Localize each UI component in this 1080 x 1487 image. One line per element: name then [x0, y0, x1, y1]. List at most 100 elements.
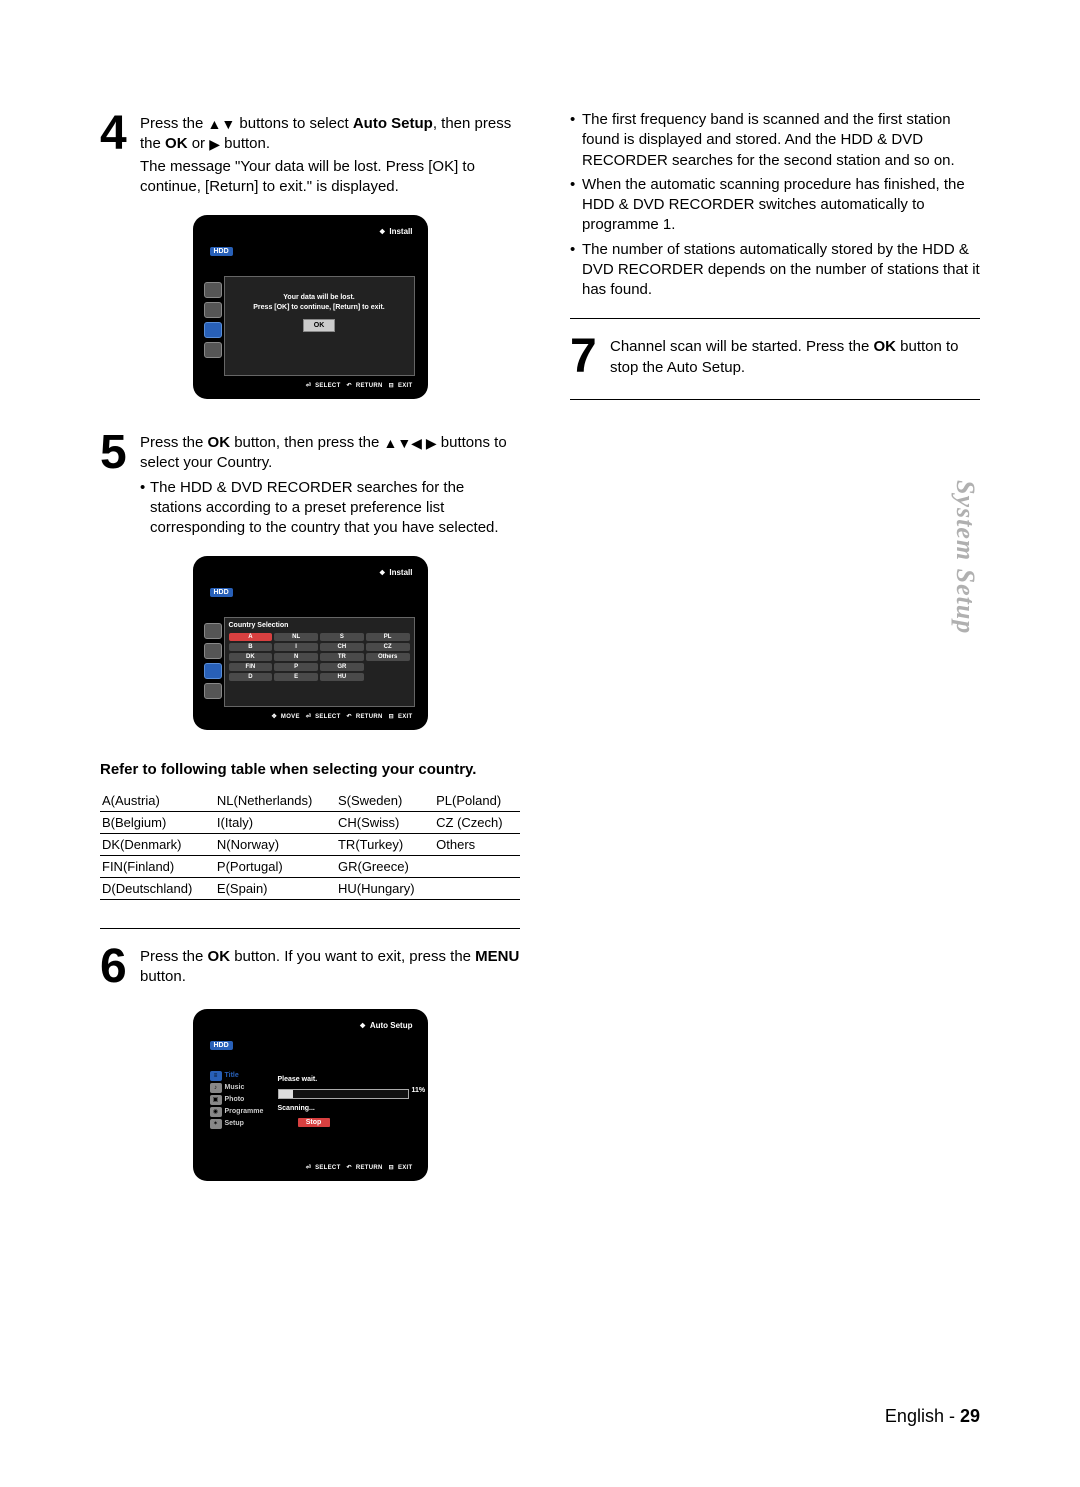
country-cell[interactable]: B [229, 643, 273, 651]
select-icon: ⏎ [306, 1164, 311, 1171]
country-cell[interactable]: NL [274, 633, 318, 641]
step-text: Press the ▲▼ buttons to select Auto Setu… [140, 115, 511, 152]
modal-line2: Press [OK] to continue, [Return] to exit… [229, 303, 410, 313]
country-cell[interactable]: PL [366, 633, 410, 641]
footer-page-number: 29 [960, 1406, 980, 1426]
divider [570, 399, 980, 400]
country-cell[interactable]: TR [320, 653, 364, 661]
exit-icon: ⊟ [389, 713, 394, 720]
sidebar-item [204, 282, 222, 298]
sidebar-item [204, 683, 222, 699]
step-4: 4 Press the ▲▼ buttons to select Auto Se… [100, 110, 520, 197]
bullet-dot: • [570, 110, 582, 171]
footer-select: SELECT [315, 1165, 340, 1171]
return-icon: ↶ [347, 382, 352, 389]
step-number: 4 [100, 110, 134, 197]
info-bullet: •The first frequency band is scanned and… [570, 110, 980, 171]
footer-language: English [885, 1406, 944, 1426]
table-row: D(Deutschland)E(Spain)HU(Hungary) [100, 877, 520, 899]
menu-label: Setup [225, 1120, 244, 1127]
table-cell: I(Italy) [215, 811, 336, 833]
table-cell: B(Belgium) [100, 811, 215, 833]
country-grid[interactable]: ANLSPL BICHCZ DKNTROthers FINPGR DEHU [229, 633, 410, 681]
footer-select: SELECT [315, 714, 340, 720]
progress-bar: 11% [278, 1089, 409, 1099]
country-cell[interactable]: S [320, 633, 364, 641]
sidebar-item [204, 302, 222, 318]
progress-fill [279, 1090, 293, 1098]
country-cell[interactable]: A [229, 633, 273, 641]
step-5: 5 Press the OK button, then press the ▲▼… [100, 429, 520, 538]
table-row: B(Belgium)I(Italy)CH(Swiss)CZ (Czech) [100, 811, 520, 833]
sidebar-item [204, 643, 222, 659]
table-cell: P(Portugal) [215, 855, 336, 877]
bullet-text: The HDD & DVD RECORDER searches for the … [150, 478, 520, 539]
menu-icon: ≡ [210, 1071, 222, 1081]
step-body: Press the ▲▼ buttons to select Auto Setu… [140, 110, 520, 197]
country-cell[interactable]: CH [320, 643, 364, 651]
menu-icon: ♪ [210, 1083, 222, 1093]
step-body: Press the OK button. If you want to exit… [140, 943, 520, 991]
table-cell [434, 877, 520, 899]
footer-return: RETURN [356, 1165, 383, 1171]
ok-button[interactable]: OK [303, 319, 335, 333]
table-cell: N(Norway) [215, 833, 336, 855]
menu-icon: ◉ [210, 1107, 222, 1117]
country-cell[interactable]: N [274, 653, 318, 661]
table-cell: D(Deutschland) [100, 877, 215, 899]
divider [100, 928, 520, 929]
sidebar-item [204, 342, 222, 358]
step-text: Press the OK button. If you want to exit… [140, 948, 519, 985]
table-cell: CZ (Czech) [434, 811, 520, 833]
table-cell: A(Austria) [100, 790, 215, 812]
bullet-dot: • [570, 175, 582, 236]
country-table: A(Austria)NL(Netherlands)S(Sweden)PL(Pol… [100, 790, 520, 900]
bullet-text: When the automatic scanning procedure ha… [582, 175, 980, 236]
info-bullet: •When the automatic scanning procedure h… [570, 175, 980, 236]
tv-hdd-label: HDD [210, 1041, 233, 1050]
bullet-dot: • [140, 478, 150, 539]
menu-icon: ✶ [210, 1119, 222, 1129]
tv-screenshot-country-selection: Install HDD Country Selection ANLSPLBICH… [193, 556, 428, 730]
bullet-dot: • [570, 240, 582, 301]
return-icon: ↶ [347, 713, 352, 720]
auto-setup-status: Please wait. 11% Scanning... Stop [278, 1076, 409, 1127]
footer-move: MOVE [281, 714, 300, 720]
right-bullets: •The first frequency band is scanned and… [570, 110, 980, 300]
page-footer: English - 29 [885, 1406, 980, 1427]
table-row: FIN(Finland)P(Portugal)GR(Greece) [100, 855, 520, 877]
table-cell: TR(Turkey) [336, 833, 434, 855]
country-cell[interactable]: DK [229, 653, 273, 661]
footer-separator: - [944, 1406, 960, 1426]
country-cell[interactable]: FIN [229, 663, 273, 671]
stop-button[interactable]: Stop [298, 1118, 330, 1127]
footer-exit: EXIT [398, 714, 413, 720]
country-cell[interactable]: GR [320, 663, 364, 671]
country-cell[interactable]: D [229, 673, 273, 681]
country-cell[interactable]: E [274, 673, 318, 681]
country-cell[interactable]: P [274, 663, 318, 671]
step-number: 6 [100, 943, 134, 991]
tv-footer: ✥MOVE ⏎SELECT ↶RETURN ⊟EXIT [202, 709, 419, 722]
country-cell[interactable]: HU [320, 673, 364, 681]
divider [570, 318, 980, 319]
table-row: DK(Denmark)N(Norway)TR(Turkey)Others [100, 833, 520, 855]
table-cell: DK(Denmark) [100, 833, 215, 855]
bullet-text: The first frequency band is scanned and … [582, 110, 980, 171]
table-cell: GR(Greece) [336, 855, 434, 877]
footer-select: SELECT [315, 383, 340, 389]
country-cell[interactable]: CZ [366, 643, 410, 651]
tv-header: Auto Setup [202, 1019, 419, 1034]
country-cell[interactable]: Others [366, 653, 410, 661]
table-cell: FIN(Finland) [100, 855, 215, 877]
country-table-caption: Refer to following table when selecting … [100, 760, 520, 780]
auto-setup-panel: ≡Title♪Music▣Photo◉Programme✶Setup Pleas… [206, 1070, 415, 1158]
step-number: 5 [100, 429, 134, 538]
step-body: Channel scan will be started. Press the … [610, 333, 980, 381]
tv-footer: ⏎SELECT ↶RETURN ⊟EXIT [202, 378, 419, 391]
country-cell[interactable]: I [274, 643, 318, 651]
step-7: 7 Channel scan will be started. Press th… [570, 333, 980, 381]
tv-footer: ⏎SELECT ↶RETURN ⊟EXIT [202, 1160, 419, 1173]
exit-icon: ⊟ [389, 382, 394, 389]
tv-screenshot-install-modal: Install HDD Your data will be lost. Pres… [193, 215, 428, 399]
